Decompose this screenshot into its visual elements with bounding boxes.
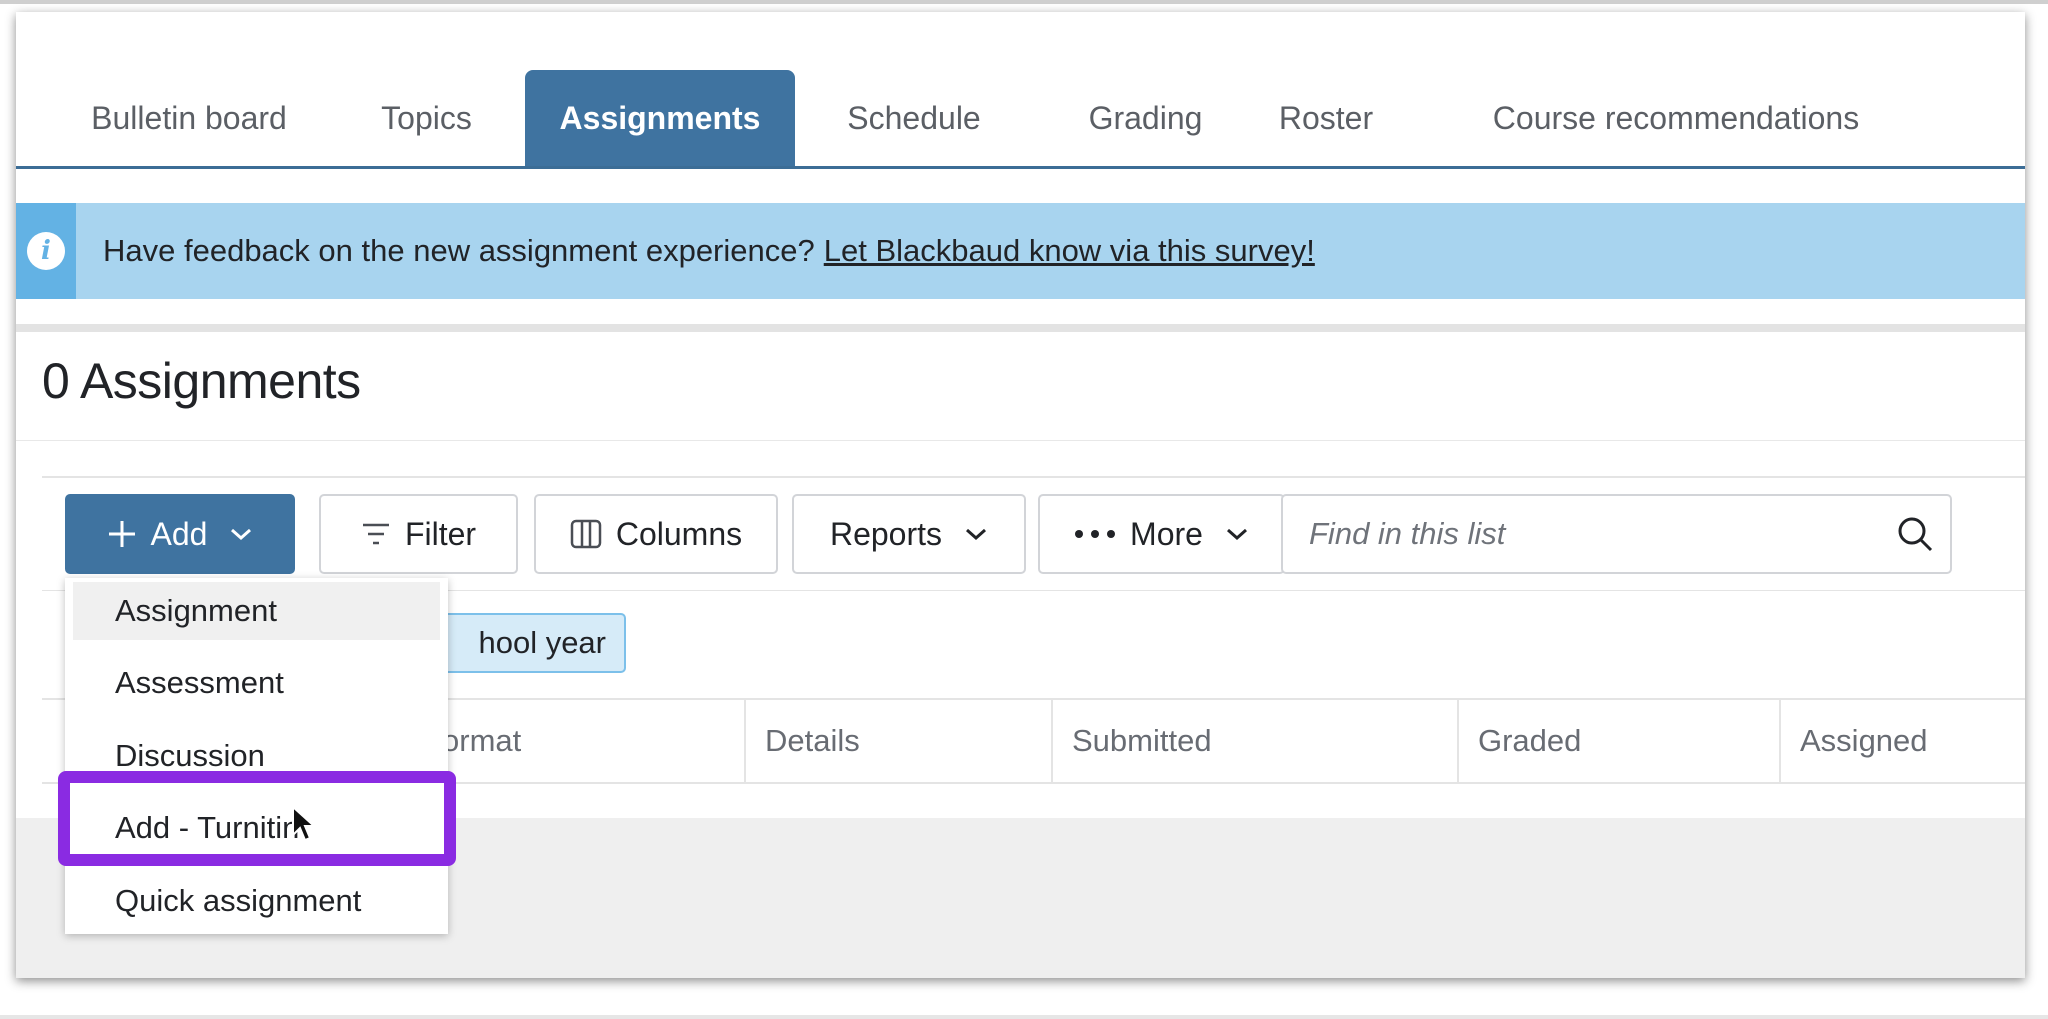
filter-button-label: Filter (404, 515, 477, 552)
menu-item-discussion[interactable]: Discussion (73, 727, 440, 785)
columns-icon (570, 519, 602, 549)
columns-button-label: Columns (615, 515, 743, 552)
chevron-down-icon (964, 526, 988, 542)
search-icon[interactable] (1880, 515, 1950, 553)
course-page: Bulletin board Topics Assignments Schedu… (16, 12, 2025, 978)
menu-item-assessment[interactable]: Assessment (73, 654, 440, 712)
divider (16, 440, 2025, 441)
column-header-details[interactable]: Details (744, 700, 1051, 782)
menu-item-assignment[interactable]: Assignment (73, 582, 440, 640)
chevron-down-icon (229, 526, 253, 542)
search-input[interactable] (1309, 497, 1880, 571)
add-button-label: Add (150, 515, 208, 552)
course-tabs: Bulletin board Topics Assignments Schedu… (16, 58, 2025, 169)
window-bottom-edge (0, 1015, 2048, 1019)
more-button[interactable]: More (1038, 494, 1285, 574)
add-dropdown-menu: Assignment Assessment Discussion Add - T… (65, 578, 448, 934)
tab-bulletin-board[interactable]: Bulletin board (60, 70, 318, 166)
filter-button[interactable]: Filter (319, 494, 518, 574)
more-dots-icon (1074, 529, 1116, 539)
banner-icon-container: i (16, 203, 76, 299)
mouse-pointer-icon (291, 804, 317, 850)
plus-icon (107, 519, 137, 549)
column-header-graded[interactable]: Graded (1457, 700, 1779, 782)
column-header-assigned[interactable]: Assigned (1779, 700, 2025, 782)
feedback-banner: i Have feedback on the new assignment ex… (16, 203, 2025, 299)
chevron-down-icon (1225, 526, 1249, 542)
reports-button[interactable]: Reports (792, 494, 1026, 574)
filter-icon (361, 521, 391, 547)
survey-link[interactable]: Let Blackbaud know via this survey! (824, 233, 1315, 269)
reports-button-label: Reports (829, 515, 943, 552)
section-divider (16, 324, 2025, 332)
tab-assignments[interactable]: Assignments (525, 70, 795, 166)
window-top-edge (0, 0, 2048, 4)
divider (42, 476, 2025, 478)
menu-item-add-turnitin[interactable]: Add - Turnitin (73, 799, 440, 857)
more-button-label: More (1130, 515, 1203, 552)
add-button[interactable]: Add (65, 494, 295, 574)
tab-topics[interactable]: Topics (357, 70, 496, 166)
tab-grading[interactable]: Grading (1067, 70, 1224, 166)
column-header-submitted[interactable]: Submitted (1051, 700, 1457, 782)
column-header-format[interactable]: ormat (442, 700, 744, 782)
info-icon: i (27, 232, 65, 270)
tab-schedule[interactable]: Schedule (829, 70, 999, 166)
tab-course-recommendations[interactable]: Course recommendations (1446, 70, 1906, 166)
page-title: 0 Assignments (42, 353, 361, 409)
search-box (1281, 494, 1952, 574)
columns-button[interactable]: Columns (534, 494, 778, 574)
banner-text: Have feedback on the new assignment expe… (103, 233, 815, 268)
menu-item-quick-assignment[interactable]: Quick assignment (73, 872, 440, 930)
tab-roster[interactable]: Roster (1263, 70, 1389, 166)
